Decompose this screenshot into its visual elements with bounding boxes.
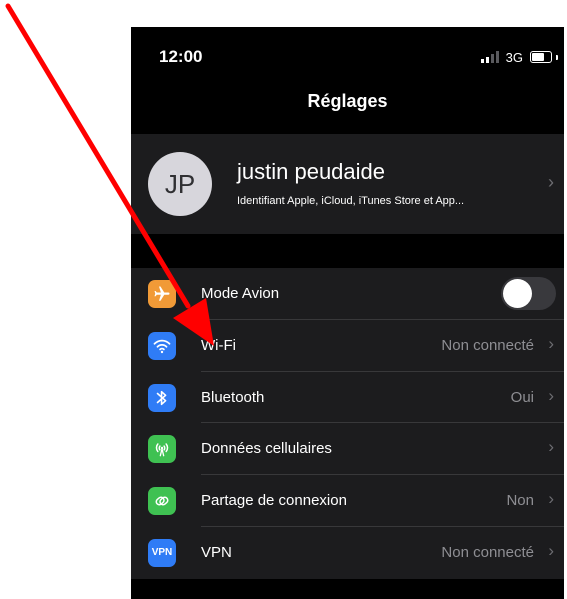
setting-value: Oui — [510, 388, 534, 406]
page-title: Réglages — [307, 91, 388, 111]
apple-id-profile-row[interactable]: JP justin peudaide Identifiant Apple, iC… — [131, 134, 564, 234]
setting-value: Non — [506, 492, 534, 510]
battery-tip — [556, 54, 558, 60]
profile-name: justin peudaide — [237, 159, 386, 184]
setting-label: Wi-Fi — [201, 336, 236, 354]
chevron-right-icon: › — [548, 489, 554, 509]
chevron-right-icon: › — [548, 437, 554, 457]
setting-label: Mode Avion — [201, 285, 280, 302]
avatar: JP — [148, 152, 212, 216]
battery-icon — [530, 51, 552, 63]
signal-strength-icon — [480, 51, 499, 63]
toggle-knob — [503, 279, 532, 308]
setting-wifi[interactable]: Wi-Fi Non connecté › — [131, 320, 564, 372]
network-type: 3G — [505, 49, 523, 65]
hotspot-link-icon — [148, 487, 176, 516]
phone-screen: 12:00 3G Réglages JP justin peudaide Ide… — [131, 27, 564, 599]
status-time: 12:00 — [159, 47, 203, 66]
setting-label: Partage de connexion — [201, 492, 347, 510]
chevron-right-icon: › — [548, 540, 554, 560]
setting-label: Données cellulaires — [201, 440, 332, 458]
setting-bluetooth[interactable]: Bluetooth Oui › — [131, 372, 564, 424]
wifi-icon — [148, 331, 176, 360]
status-indicators: 3G — [480, 49, 558, 65]
setting-value: Non connecté — [441, 543, 534, 561]
setting-vpn[interactable]: VPN VPN Non connecté › — [131, 527, 564, 579]
chevron-right-icon: › — [548, 385, 554, 405]
profile-subtitle: Identifiant Apple, iCloud, iTunes Store … — [237, 195, 465, 207]
setting-personal-hotspot[interactable]: Partage de connexion Non › — [131, 475, 564, 527]
status-bar: 12:00 3G — [131, 27, 564, 85]
airplane-mode-toggle[interactable] — [501, 277, 556, 310]
setting-airplane-mode: Mode Avion — [131, 268, 564, 320]
setting-label: VPN — [201, 543, 232, 561]
bluetooth-icon — [148, 383, 176, 412]
airplane-icon — [148, 280, 176, 308]
chevron-right-icon: › — [548, 333, 554, 353]
setting-value: Non connecté — [441, 336, 534, 354]
setting-label: Bluetooth — [201, 388, 265, 406]
chevron-right-icon: › — [548, 172, 554, 192]
vpn-icon: VPN — [148, 538, 176, 567]
settings-list: Mode Avion Wi-Fi Non connecté › Bluetoot… — [131, 268, 564, 579]
setting-cellular-data[interactable]: Données cellulaires › — [131, 423, 564, 476]
cellular-antenna-icon — [148, 435, 176, 464]
